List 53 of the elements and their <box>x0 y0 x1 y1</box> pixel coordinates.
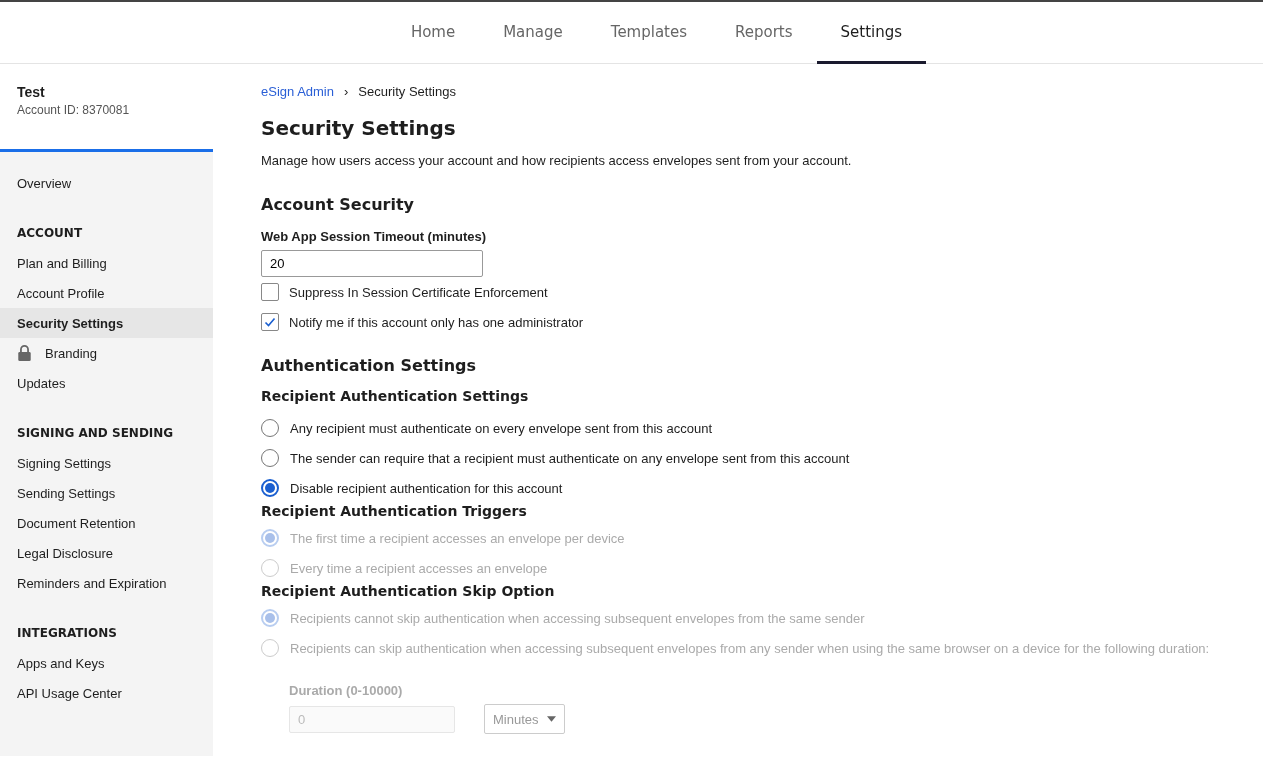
sidebar-item[interactable]: Security Settings <box>0 308 213 338</box>
caret-icon <box>546 716 556 722</box>
sidebar-item[interactable]: Sending Settings <box>0 478 213 508</box>
radio-button[interactable] <box>261 419 279 437</box>
breadcrumb-separator: › <box>344 84 349 99</box>
breadcrumb-link[interactable]: eSign Admin <box>261 84 334 99</box>
sidebar-item[interactable]: Legal Disclosure <box>0 538 213 568</box>
sidebar-item[interactable]: Document Retention <box>0 508 213 538</box>
nav-tab[interactable]: Home <box>386 2 480 64</box>
sidebar-heading: SIGNING AND SENDING <box>16 425 175 442</box>
radio-label: The sender can require that a recipient must authenticate on any envelope sent from this account <box>290 450 850 466</box>
field-label: Duration (0-10000) <box>289 683 404 698</box>
radio-label: Every time a recipient accesses an envelope <box>290 560 548 576</box>
sidebar-item[interactable]: Updates <box>0 368 213 398</box>
checkbox[interactable] <box>261 283 279 301</box>
page-title: Security Settings <box>261 116 457 140</box>
section-heading: Account Security <box>261 195 416 214</box>
sidebar-item[interactable]: Branding <box>0 338 213 368</box>
sidebar-item[interactable]: Reminders and Expiration <box>0 568 213 598</box>
sidebar-heading: INTEGRATIONS <box>16 625 118 642</box>
account-id: Account ID: 8370081 <box>17 103 131 117</box>
page-description: Manage how users access your account and how recipients access envelopes sent from your account. <box>261 153 853 168</box>
nav-tab[interactable]: Reports <box>711 2 817 64</box>
radio-button[interactable] <box>261 479 279 497</box>
sidebar-item[interactable]: Signing Settings <box>0 448 213 478</box>
radio-label: Recipients cannot skip authentication when accessing subsequent envelopes from the same sender <box>290 610 865 626</box>
nav-tab[interactable]: Settings <box>816 2 927 64</box>
radio-button[interactable] <box>261 449 279 467</box>
radio-label: Recipients can skip authentication when accessing subsequent envelopes from any sender when using the same browser on a device for the following duration: <box>290 640 1210 656</box>
group-heading: Recipient Authentication Skip Option <box>261 583 556 601</box>
radio-label: Any recipient must authenticate on every envelope sent from this account <box>290 420 712 436</box>
timeout-input[interactable]: 20 <box>261 250 483 277</box>
checkbox[interactable] <box>261 313 279 331</box>
sidebar-item[interactable]: Account Profile <box>0 278 213 308</box>
field-label: Web App Session Timeout (minutes) <box>261 229 488 244</box>
breadcrumb-current: Security Settings <box>358 84 456 99</box>
radio-label: The first time a recipient accesses an envelope per device <box>290 530 625 546</box>
nav-tab[interactable]: Manage <box>479 2 587 64</box>
checkmark-icon <box>264 316 276 328</box>
section-heading: Authentication Settings <box>261 356 478 375</box>
sidebar-item[interactable]: Apps and Keys <box>0 648 213 678</box>
checkbox-label: Suppress In Session Certificate Enforcement <box>289 284 548 300</box>
account-name: Test <box>17 84 46 100</box>
sidebar-item[interactable]: Plan and Billing <box>0 248 213 278</box>
group-heading: Recipient Authentication Triggers <box>261 503 528 521</box>
sidebar-heading: ACCOUNT <box>16 225 84 242</box>
lock-icon <box>17 345 32 361</box>
checkbox-label: Notify me if this account only has one administrator <box>289 314 584 330</box>
radio-label: Disable recipient authentication for this account <box>290 480 563 496</box>
sidebar-item[interactable]: Overview <box>0 168 213 198</box>
group-heading: Recipient Authentication Settings <box>261 388 530 406</box>
nav-tab[interactable]: Templates <box>586 2 712 64</box>
sidebar-item[interactable]: API Usage Center <box>0 678 213 708</box>
